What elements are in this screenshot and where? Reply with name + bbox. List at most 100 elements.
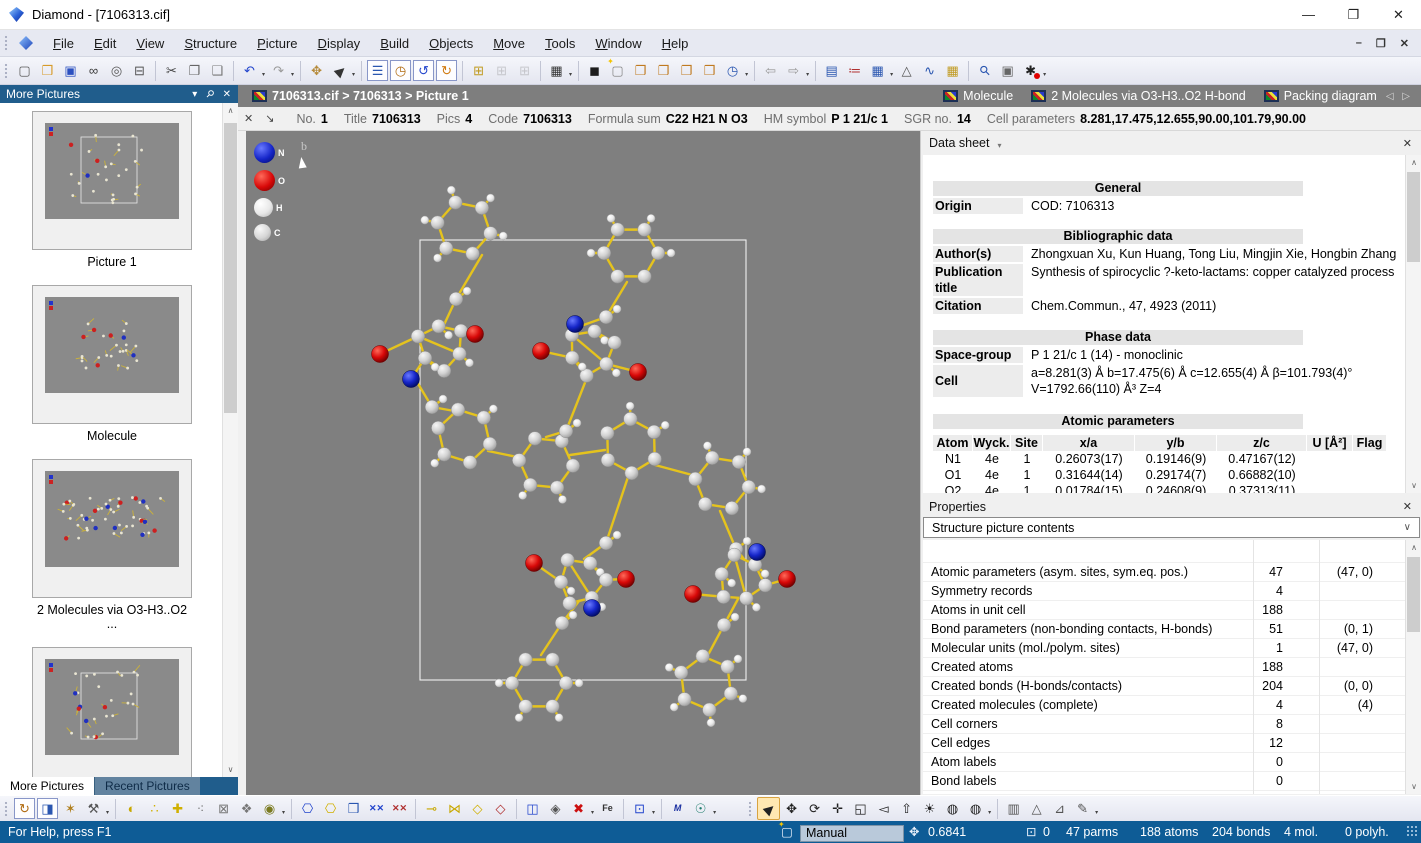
scroll-up-icon[interactable]: ∧ <box>1406 155 1421 170</box>
molecule-fragment-button[interactable]: ❖ <box>235 797 258 820</box>
distances-view-button[interactable]: △ <box>895 59 918 82</box>
cut-button[interactable]: ✂ <box>160 59 183 82</box>
toolbar-grip[interactable] <box>747 800 752 818</box>
menu-help[interactable]: Help <box>652 32 699 55</box>
folder-contents-button[interactable]: ◼ <box>583 59 606 82</box>
build-hammer-button[interactable]: ⚒ <box>82 797 105 820</box>
pin-icon[interactable]: ⚲ <box>203 88 216 101</box>
dropdown-caret-icon[interactable]: ▾ <box>1043 71 1046 78</box>
scroll-down-icon[interactable]: ∨ <box>1406 478 1421 493</box>
ruler-measure-button[interactable]: ▥ <box>1002 797 1025 820</box>
thumbnail-packing-diagram[interactable]: Packing diagram <box>32 647 192 777</box>
dropdown-caret-icon[interactable]: ▾ <box>106 809 109 816</box>
menu-tools[interactable]: Tools <box>535 32 585 55</box>
structure-picture[interactable]: NOHC b <box>246 131 920 795</box>
thumbnail-2-molecules-via-o3-h3-o2[interactable]: 2 Molecules via O3-H3..O2 ... <box>32 459 192 639</box>
properties-scrollbar[interactable]: ∧ ∨ <box>1405 540 1421 794</box>
property-row-atoms-in-unit-cell[interactable]: Atoms in unit cell188 <box>923 601 1405 620</box>
mdi-restore-button[interactable]: ❐ <box>1376 37 1386 50</box>
polygon-yellow-button[interactable]: ◇ <box>466 797 489 820</box>
menubar-grip[interactable] <box>3 34 8 52</box>
back-view-button[interactable]: ◅ <box>872 797 895 820</box>
thumbnail-image[interactable] <box>32 111 192 250</box>
walk-mode-1-button[interactable]: ◍ <box>941 797 964 820</box>
scroll-thumb[interactable] <box>224 123 237 413</box>
data-brick-button[interactable]: ▦ <box>941 59 964 82</box>
move-mode-button[interactable]: ✥ <box>780 797 803 820</box>
picture-transfer-button[interactable]: ❐ <box>675 59 698 82</box>
scroll-up-icon[interactable]: ∧ <box>1406 540 1421 555</box>
scroll-thumb[interactable] <box>1407 172 1420 262</box>
scroll-down-icon[interactable]: ∨ <box>1406 779 1421 794</box>
dropdown-caret-icon[interactable]: ▾ <box>569 71 572 78</box>
picture-history-button[interactable]: ◷ <box>721 59 744 82</box>
scroll-up-icon[interactable]: ∧ <box>223 103 238 118</box>
picture-tab-molecule[interactable]: Molecule <box>936 89 1020 103</box>
menu-picture[interactable]: Picture <box>247 32 307 55</box>
menu-edit[interactable]: Edit <box>84 32 126 55</box>
property-row-bond-parameters-non-bonding-co[interactable]: Bond parameters (non-bonding contacts, H… <box>923 620 1405 639</box>
select-pointer-button[interactable]: ▶ <box>757 797 780 820</box>
picture-wizard-button[interactable]: ✶ <box>59 797 82 820</box>
menu-objects[interactable]: Objects <box>419 32 483 55</box>
datasheet-view-button[interactable]: ▤ <box>820 59 843 82</box>
menu-file[interactable]: File <box>43 32 84 55</box>
dropdown-caret-icon[interactable]: ▾ <box>745 71 748 78</box>
fe-atom-button[interactable]: Fe <box>596 797 619 820</box>
measure-m-button[interactable]: M <box>666 797 689 820</box>
property-row-created-atoms[interactable]: Created atoms188 <box>923 658 1405 677</box>
property-row-molecular-units-mol-polym-site[interactable]: Molecular units (mol./polym. sites)1(47,… <box>923 639 1405 658</box>
thumbnail-picture-1[interactable]: Picture 1 <box>32 111 192 277</box>
pane-close-icon[interactable]: ✕ <box>223 89 231 100</box>
mode-field[interactable]: Manual <box>800 825 904 842</box>
mdi-minimize-button[interactable]: – <box>1356 37 1362 50</box>
dropdown-caret-icon[interactable]: ▾ <box>291 71 294 78</box>
nav-forward-button[interactable]: ⇨ <box>782 59 805 82</box>
maximize-button[interactable]: ❐ <box>1331 0 1376 30</box>
new-picture-button[interactable]: ▢✦ <box>606 59 629 82</box>
grow-lattice-red-button[interactable]: ✕✕ <box>388 797 411 820</box>
snapshot-camera-button[interactable]: ▣ <box>996 59 1019 82</box>
properties-category-select[interactable]: Structure picture contents ∨ <box>923 517 1420 538</box>
video-record-button[interactable]: ✱ <box>1019 59 1042 82</box>
print-preview-button[interactable]: ◎ <box>105 59 128 82</box>
property-row-cell-edges[interactable]: Cell edges12 <box>923 734 1405 753</box>
dropdown-caret-icon[interactable]: ▾ <box>591 809 594 816</box>
dropdown-caret-icon[interactable]: ▾ <box>262 71 265 78</box>
property-row-atomic-parameters-asym-sites-s[interactable]: Atomic parameters (asym. sites, sym.eq. … <box>923 563 1405 582</box>
mdi-close-button[interactable]: ✕ <box>1400 37 1409 50</box>
property-row-bond-labels[interactable]: Bond labels0 <box>923 772 1405 791</box>
ring-blue-button[interactable]: ⎔ <box>296 797 319 820</box>
paste-button[interactable]: ❑ <box>206 59 229 82</box>
dock-icon[interactable]: ↘ <box>265 112 274 125</box>
minimize-button[interactable]: — <box>1286 0 1331 30</box>
triangle-measure-button[interactable]: △ <box>1025 797 1048 820</box>
walk-mode-2-button[interactable]: ◍ <box>964 797 987 820</box>
menu-structure[interactable]: Structure <box>174 32 247 55</box>
new-structure-table-button[interactable]: ⊞ <box>467 59 490 82</box>
picture-duplicate-button[interactable]: ❐ <box>652 59 675 82</box>
menu-display[interactable]: Display <box>308 32 371 55</box>
globe-picture-button[interactable]: ☉ <box>689 797 712 820</box>
dropdown-caret-icon[interactable]: ▾ <box>652 809 655 816</box>
polygon-red-button[interactable]: ◇ <box>489 797 512 820</box>
table-view-button[interactable]: ▦ <box>866 59 889 82</box>
property-row-symmetry-records[interactable]: Symmetry records4 <box>923 582 1405 601</box>
grow-lattice-button[interactable]: ✕✕ <box>365 797 388 820</box>
angle-measure-button[interactable]: ⊿ <box>1048 797 1071 820</box>
redo-button[interactable]: ↷ <box>267 59 290 82</box>
atom-design-button[interactable]: ◐ <box>120 797 143 820</box>
create-contact-button[interactable]: ⋈ <box>443 797 466 820</box>
nav-back-button[interactable]: ⇦ <box>759 59 782 82</box>
picture-gallery-button[interactable]: ❒ <box>698 59 721 82</box>
add-atom-plus-button[interactable]: ✚ <box>166 797 189 820</box>
copy-button[interactable]: ❐ <box>183 59 206 82</box>
dropdown-caret-icon[interactable]: ▾ <box>713 809 716 816</box>
picture-copy-button[interactable]: ❐ <box>629 59 652 82</box>
thumbnail-molecule[interactable]: Molecule <box>32 285 192 451</box>
pan-hand-button[interactable]: ✥ <box>305 59 328 82</box>
render-lens-button[interactable]: ⚲ <box>973 59 996 82</box>
new-file-button[interactable]: ▢ <box>13 59 36 82</box>
thumbnail-image[interactable] <box>32 285 192 424</box>
build-lattice-button[interactable]: ⊠ <box>212 797 235 820</box>
